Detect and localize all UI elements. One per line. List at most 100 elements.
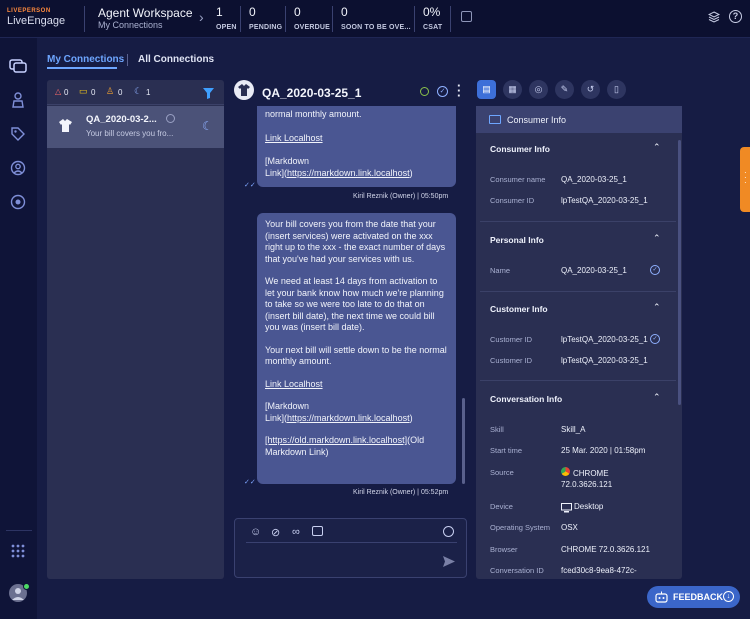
emoji-icon[interactable]: ☺ xyxy=(250,526,261,538)
agent-icon[interactable] xyxy=(8,92,28,112)
field-label: Skill xyxy=(490,425,504,434)
verified-icon: ✓ xyxy=(650,334,660,344)
chevron-up-icon[interactable]: ⌃ xyxy=(653,392,661,403)
status-active-icon[interactable] xyxy=(420,87,429,96)
chat-scrollbar[interactable] xyxy=(462,398,465,484)
tab-my-connections[interactable]: My Connections xyxy=(47,54,124,65)
more-options-icon[interactable]: · · · xyxy=(744,169,747,187)
send-icon[interactable] xyxy=(443,554,455,572)
canned-responses-icon[interactable] xyxy=(312,526,323,536)
edit-icon[interactable]: ✎ xyxy=(555,80,574,99)
info-panel-scrollbar[interactable] xyxy=(678,140,681,405)
field-label: Consumer name xyxy=(490,175,546,184)
divider xyxy=(6,530,32,531)
message-bubble: Your bill covers you from the date that … xyxy=(257,213,456,484)
chevron-up-icon[interactable]: ⌃ xyxy=(653,142,661,153)
divider xyxy=(240,6,241,32)
metric-soon-overdue[interactable]: 0 SOON TO BE OVE... xyxy=(341,5,411,31)
feedback-button[interactable]: FEEDBACK ↓ xyxy=(647,586,740,608)
moon-icon: ☾ xyxy=(202,119,213,133)
filter-moon-count: 1 xyxy=(146,88,151,97)
filter-alert-count: 0 xyxy=(64,88,69,97)
message-link[interactable]: [https://old.markdown.link.localhost] xyxy=(265,435,407,445)
connections-panel xyxy=(47,80,224,579)
layers-icon[interactable] xyxy=(707,11,721,26)
divider xyxy=(414,6,415,32)
message-link[interactable]: https://markdown.link.localhost xyxy=(287,168,410,178)
message-link[interactable]: Link Localhost xyxy=(265,133,448,145)
help-icon[interactable]: ? xyxy=(729,10,742,23)
field-value: 72.0.3626.121 xyxy=(561,480,613,489)
section-title[interactable]: Personal Info xyxy=(490,235,544,245)
brand-product: LiveEngage xyxy=(7,15,66,27)
check-icon[interactable]: ✓ xyxy=(437,86,448,97)
section-title[interactable]: Customer Info xyxy=(490,304,548,314)
field-label: Source xyxy=(490,468,514,477)
feedback-label: FEEDBACK xyxy=(673,592,724,602)
field-label: Customer ID xyxy=(490,356,533,365)
attachment-icon[interactable]: ⊘ xyxy=(271,526,280,539)
tag-icon[interactable] xyxy=(8,126,28,146)
divider xyxy=(480,221,676,222)
chevron-up-icon[interactable]: ⌃ xyxy=(653,233,661,244)
chevron-up-icon[interactable]: ⌃ xyxy=(653,302,661,313)
message-text: Your next bill will settle down to be th… xyxy=(265,344,447,367)
verified-icon: ✓ xyxy=(650,265,660,275)
consumer-info-tab-icon[interactable]: ▤ xyxy=(477,80,496,99)
panel-header-title: Consumer Info xyxy=(507,115,567,125)
workspace-subtitle: My Connections xyxy=(98,20,163,30)
clipboard-icon[interactable]: ▯ xyxy=(607,80,626,99)
clock-icon[interactable] xyxy=(443,526,454,537)
metric-pending[interactable]: 0 PENDING xyxy=(249,5,282,31)
moon-icon[interactable]: ☾ xyxy=(134,86,142,97)
chat-avatar xyxy=(234,80,254,100)
workspace-title[interactable]: Agent Workspace xyxy=(98,6,193,20)
field-label: Start time xyxy=(490,446,523,455)
connection-name: QA_2020-03-2... xyxy=(86,114,157,125)
message-text: ) xyxy=(409,412,413,423)
history-icon[interactable]: ↺ xyxy=(581,80,600,99)
profile-icon[interactable] xyxy=(8,160,28,180)
field-value: lpTestQA_2020-03-25_1 xyxy=(561,196,648,205)
status-online-icon xyxy=(23,583,30,590)
message-text: Link]( xyxy=(265,412,288,423)
divider xyxy=(450,6,451,32)
tab-all-connections[interactable]: All Connections xyxy=(138,54,214,65)
field-label: Operating System xyxy=(490,523,551,532)
field-label: Conversation ID xyxy=(490,566,544,575)
chevron-right-icon: › xyxy=(199,9,204,25)
apps-grid-icon[interactable] xyxy=(8,543,28,563)
field-label: Device xyxy=(490,502,513,511)
message-composer[interactable] xyxy=(234,518,467,578)
field-value: CHROME 72.0.3626.121 xyxy=(561,545,650,554)
metric-csat[interactable]: 0% CSAT xyxy=(423,5,442,31)
compass-icon[interactable]: ◎ xyxy=(529,80,548,99)
metric-overdue[interactable]: 0 OVERDUE xyxy=(294,5,330,31)
message-link[interactable]: Link Localhost xyxy=(265,379,448,391)
message-meta: Kiril Reznik (Owner) | 05:52pm xyxy=(353,489,449,496)
message-text: [Markdown xyxy=(265,401,310,411)
section-title[interactable]: Consumer Info xyxy=(490,144,550,154)
conversations-icon[interactable] xyxy=(8,58,28,78)
alert-icon[interactable]: △ xyxy=(55,87,61,96)
widgets-icon[interactable]: ▦ xyxy=(503,80,522,99)
divider xyxy=(480,380,676,381)
metric-open[interactable]: 1 OPEN xyxy=(216,5,237,31)
brand-company: LIVEPERSON xyxy=(7,8,51,14)
message-text: Link]( xyxy=(265,167,288,178)
info-icon[interactable] xyxy=(461,11,472,22)
users-icon[interactable]: ♙ xyxy=(106,86,114,97)
message-bubble: normal monthly amount. Link Localhost [M… xyxy=(257,106,456,187)
message-icon[interactable]: ▭ xyxy=(79,86,88,97)
link-icon[interactable]: ∞ xyxy=(292,526,300,538)
message-link[interactable]: https://markdown.link.localhost xyxy=(287,413,410,423)
section-title[interactable]: Conversation Info xyxy=(490,394,562,404)
field-value: 25 Mar. 2020 | 01:58pm xyxy=(561,446,646,455)
read-receipt-icon: ✓✓ xyxy=(244,479,256,486)
message-text: We need at least 14 days from activation… xyxy=(265,276,444,332)
automation-icon[interactable] xyxy=(8,194,28,214)
connection-preview: Your bill covers you fro... xyxy=(86,129,174,138)
more-options-icon[interactable]: · · · xyxy=(457,79,461,102)
filter-icon[interactable] xyxy=(203,86,214,104)
divider xyxy=(84,6,85,32)
